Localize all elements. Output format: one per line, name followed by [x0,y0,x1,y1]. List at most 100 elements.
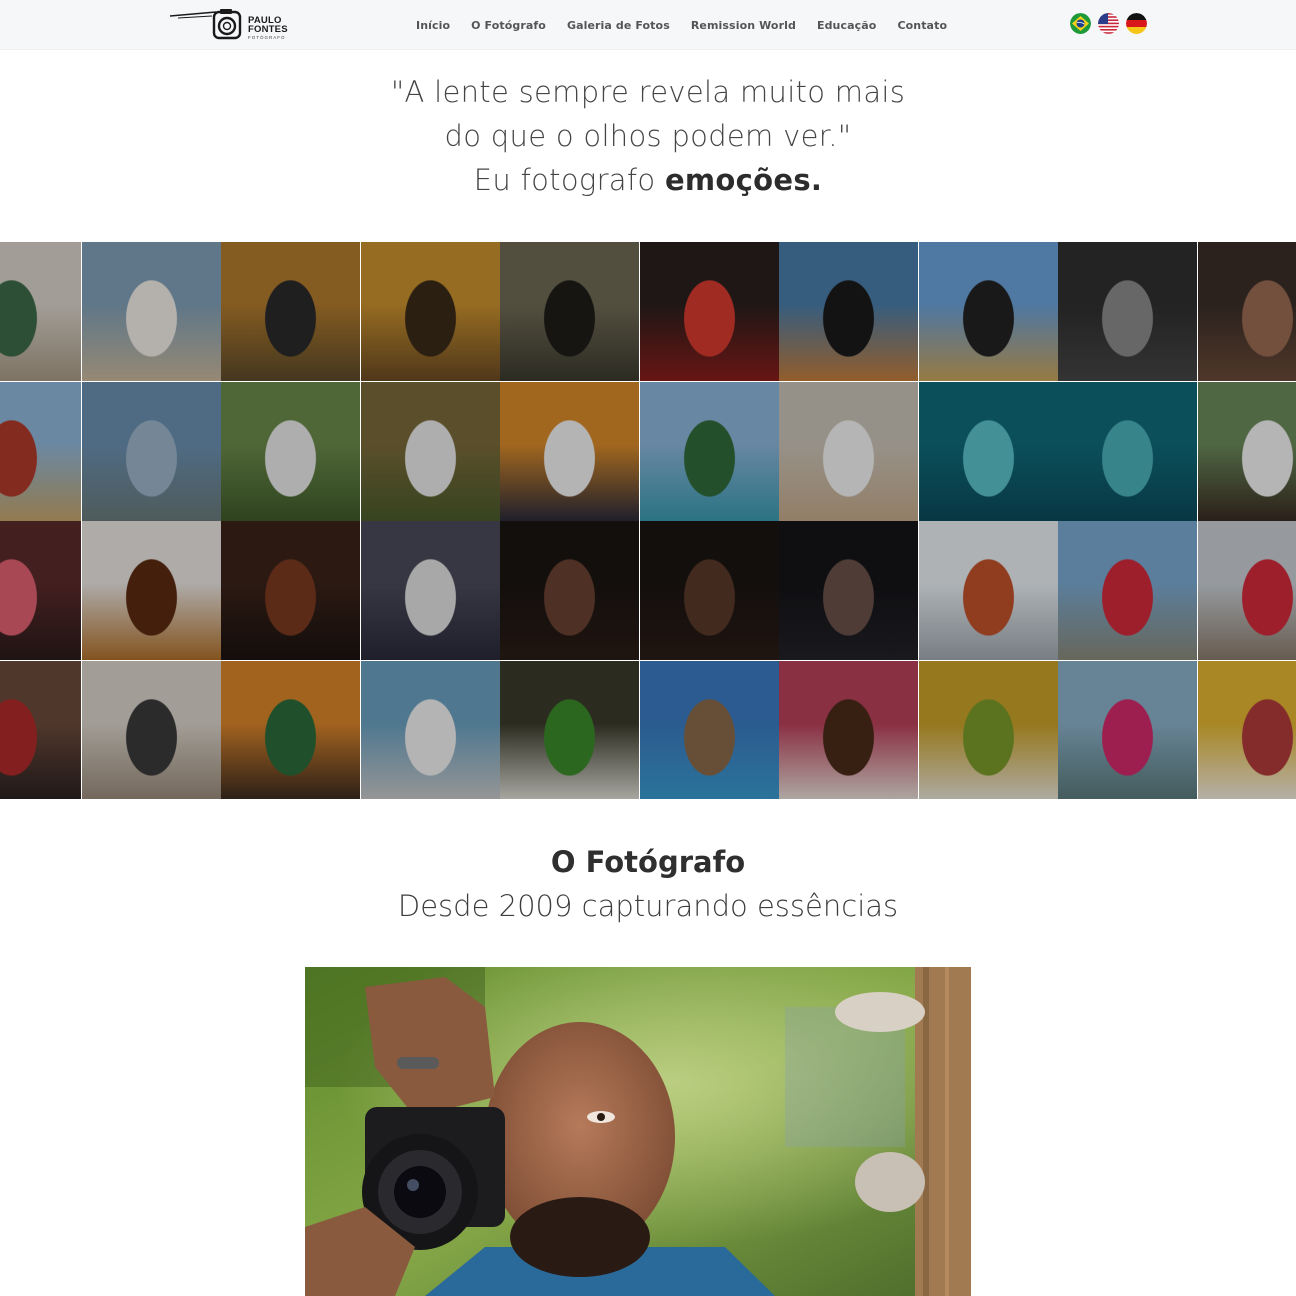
gallery-photo[interactable] [221,381,360,521]
camera-logo-icon [169,9,242,40]
gallery-photo-overlay [639,381,779,521]
nav-contato[interactable]: Contato [897,19,947,32]
gallery-photo[interactable] [1197,242,1296,381]
gallery-photo-overlay [1197,242,1296,381]
gallery-photo[interactable] [639,521,779,660]
gallery-photo-overlay [1197,381,1296,521]
gallery-photo-overlay [918,242,1058,381]
quote-line3-prefix: Eu fotografo [473,163,665,197]
gallery-photo[interactable] [1197,381,1296,521]
gallery-photo-overlay [918,381,1058,521]
gallery-photo[interactable] [500,521,639,660]
gallery-photo[interactable] [81,521,221,660]
gallery-photo[interactable] [1058,660,1197,799]
gallery-photo[interactable] [81,242,221,381]
photo-gallery-grid [0,242,1296,799]
gallery-photo[interactable] [360,660,500,799]
gallery-photo[interactable] [0,381,81,521]
gallery-photo-overlay [81,521,221,660]
gallery-photo[interactable] [0,660,81,799]
gallery-photo[interactable] [918,521,1058,660]
site-header: PAULO FONTES FOTÓGRAFO Início O Fotógraf… [0,0,1296,50]
gallery-photo[interactable] [221,242,360,381]
quote-line3: Eu fotografo emoções. [0,158,1296,202]
quote-emphasis: emoções. [664,163,823,197]
gallery-photo-overlay [1197,521,1296,660]
gallery-photo-overlay [81,660,221,799]
gallery-photo[interactable] [221,521,360,660]
section-title: O Fotógrafo [550,845,746,879]
gallery-photo[interactable] [639,660,779,799]
gallery-photo-overlay [360,660,500,799]
gallery-photo[interactable] [1058,381,1197,521]
gallery-photo[interactable] [500,242,639,381]
gallery-photo[interactable] [0,521,81,660]
gallery-photo-overlay [1058,660,1197,799]
photographer-portrait [305,967,971,1296]
gallery-photo[interactable] [1058,242,1197,381]
gallery-photo-overlay [360,381,500,521]
gallery-photo-overlay [0,242,81,381]
gallery-photo-overlay [360,242,500,381]
gallery-photo-overlay [1197,660,1296,799]
gallery-photo-overlay [639,242,779,381]
gallery-photo[interactable] [639,242,779,381]
brazil-flag-icon[interactable] [1070,13,1091,34]
nav-remission-world[interactable]: Remission World [691,19,796,32]
gallery-photo[interactable] [0,242,81,381]
gallery-photo-overlay [1058,242,1197,381]
logo-tagline: FOTÓGRAFO [248,35,286,40]
nav-educacao[interactable]: Educação [817,19,876,32]
gallery-photo[interactable] [918,381,1058,521]
logo[interactable]: PAULO FONTES FOTÓGRAFO [168,6,298,44]
photographer-portrait-image [305,967,971,1296]
nav-galeria-de-fotos[interactable]: Galeria de Fotos [567,19,670,32]
gallery-photo[interactable] [639,381,779,521]
section-subtitle: Desde 2009 capturando essências [397,889,899,923]
gallery-photo-overlay [0,660,81,799]
gallery-photo[interactable] [918,660,1058,799]
gallery-photo-overlay [81,381,221,521]
gallery-photo-overlay [500,660,639,799]
gallery-photo[interactable] [1197,521,1296,660]
nav-inicio[interactable]: Início [416,19,450,32]
gallery-photo[interactable] [360,242,500,381]
gallery-photo-overlay [1058,521,1197,660]
gallery-photo[interactable] [918,242,1058,381]
gallery-photo[interactable] [779,660,918,799]
germany-flag-icon[interactable] [1126,13,1147,34]
gallery-photo-overlay [221,242,360,381]
gallery-photo-overlay [918,660,1058,799]
gallery-photo-overlay [779,660,918,799]
logo-line2: FONTES [248,23,288,35]
gallery-photo-overlay [1058,381,1197,521]
gallery-photo[interactable] [1058,521,1197,660]
gallery-photo[interactable] [779,242,918,381]
gallery-photo[interactable] [360,521,500,660]
gallery-photo[interactable] [1197,660,1296,799]
gallery-photo-overlay [639,660,779,799]
gallery-photo-overlay [221,660,360,799]
gallery-photo-overlay [0,381,81,521]
gallery-photo-overlay [779,381,918,521]
gallery-photo-overlay [0,521,81,660]
nav-o-fotografo[interactable]: O Fotógrafo [471,19,546,32]
gallery-photo-overlay [779,521,918,660]
main-nav: Início O Fotógrafo Galeria de Fotos Remi… [416,0,947,50]
gallery-photo[interactable] [779,521,918,660]
usa-flag-icon[interactable] [1098,13,1119,34]
gallery-photo-overlay [779,242,918,381]
gallery-photo-overlay [81,242,221,381]
gallery-photo[interactable] [81,381,221,521]
gallery-photo[interactable] [500,381,639,521]
gallery-photo-overlay [918,521,1058,660]
gallery-photo-overlay [639,521,779,660]
gallery-photo[interactable] [779,381,918,521]
gallery-photo[interactable] [221,660,360,799]
gallery-photo-overlay [221,521,360,660]
gallery-photo-overlay [500,521,639,660]
gallery-photo[interactable] [81,660,221,799]
gallery-photo-overlay [221,381,360,521]
gallery-photo[interactable] [500,660,639,799]
gallery-photo[interactable] [360,381,500,521]
